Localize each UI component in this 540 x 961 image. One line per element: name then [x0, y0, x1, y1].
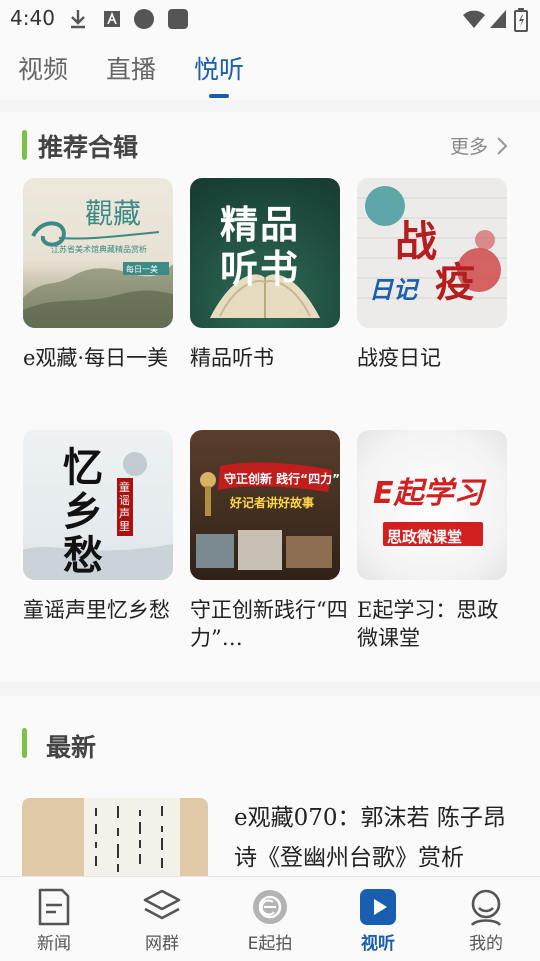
collection-thumbnail: 战 疫 日记: [357, 178, 507, 328]
more-link[interactable]: 更多: [450, 132, 488, 159]
nav-label: 网群: [145, 934, 179, 954]
nav-video-audio[interactable]: 视听: [324, 877, 432, 961]
collection-title: 战疫日记: [357, 346, 441, 370]
download-icon: [71, 10, 85, 29]
calligraphy-scroll-icon: [84, 798, 180, 878]
thumb-subtitle: 江苏省美术馆典藏精品赏析: [51, 245, 147, 254]
active-tab-indicator: [209, 94, 229, 98]
nav-profile[interactable]: 我的: [432, 877, 540, 961]
collection-card[interactable]: 守正创新 践行“四力” 好记者讲好故事 守正创新践行“四力”…: [190, 430, 348, 652]
bottom-navigation: 新闻 网群 E起拍 视听 我的: [0, 876, 540, 961]
collection-card[interactable]: E起学习 思政微课堂 E起学习：思政微课堂: [357, 430, 507, 652]
collection-card[interactable]: 忆乡愁 童谣声里 童谣声里忆乡愁: [23, 430, 173, 624]
top-tabs: 视频 直播 悦听: [0, 36, 540, 100]
thumb-tag: 每日一美: [126, 265, 158, 274]
tab-video[interactable]: 视频: [18, 50, 68, 86]
status-bar: 4:40: [0, 0, 540, 36]
nav-label: 视听: [361, 934, 395, 954]
status-time: 4:40: [10, 6, 55, 30]
nav-label: 新闻: [37, 934, 71, 954]
thumb-text-b: 疫: [435, 260, 475, 306]
recommend-title: 推荐合辑: [38, 133, 139, 162]
square-icon: [168, 9, 188, 29]
latest-title: 最新: [46, 733, 97, 762]
thumb-text-line2: 思政微课堂: [387, 528, 463, 546]
collection-thumbnail: 觀藏 江苏省美术馆典藏精品赏析 每日一美: [23, 178, 173, 328]
camera-e-icon: [253, 890, 287, 924]
thumb-text-line2: 好记者讲好故事: [230, 496, 315, 510]
circle-icon: [134, 9, 154, 29]
collection-thumbnail: 守正创新 践行“四力” 好记者讲好故事: [190, 430, 340, 580]
collection-thumbnail: E起学习 思政微课堂: [357, 430, 507, 580]
nav-e-shoot[interactable]: E起拍: [216, 877, 324, 961]
nav-label: E起拍: [247, 934, 293, 954]
tab-live[interactable]: 直播: [106, 50, 156, 86]
thumb-calligraphy: 忆乡愁: [63, 444, 103, 579]
thumb-text-c: 日记: [369, 276, 417, 304]
news-icon: [38, 888, 70, 926]
thumb-text-line1: E起学习: [373, 476, 484, 511]
thumb-tag: 童谣声里: [117, 478, 133, 536]
collection-title: E起学习：思政微课堂: [357, 598, 499, 650]
news-title: e观藏070：郭沫若 陈子昂诗《登幽州台歌》赏析: [234, 805, 506, 871]
collection-title: 精品听书: [190, 346, 274, 370]
nav-news[interactable]: 新闻: [0, 877, 108, 961]
news-thumbnail: [22, 798, 208, 878]
a-box-icon: [104, 11, 120, 27]
battery-icon: [514, 8, 528, 32]
collection-card[interactable]: 觀藏 江苏省美术馆典藏精品赏析 每日一美 e观藏·每日一美: [23, 178, 173, 372]
nav-label: 我的: [469, 934, 503, 954]
chevron-right-icon[interactable]: [496, 136, 508, 156]
signal-icon: [490, 10, 506, 28]
latest-news-item[interactable]: e观藏070：郭沫若 陈子昂诗《登幽州台歌》赏析: [22, 798, 522, 878]
collection-title: 守正创新践行“四力”…: [190, 598, 348, 650]
collection-card[interactable]: 精品 听书 精品听书: [190, 178, 340, 372]
recommend-section: 推荐合辑 更多 觀藏 江苏省美术馆典藏精品赏析 每日一美 e观藏·每日一美 精品…: [0, 112, 540, 682]
nav-groups[interactable]: 网群: [108, 877, 216, 961]
thumb-text-a: 战: [395, 217, 438, 266]
collection-thumbnail: 精品 听书: [190, 178, 340, 328]
section-accent-bar: [22, 728, 27, 758]
thumb-text-line1: 守正创新 践行“四力”: [224, 472, 340, 486]
wifi-icon: [463, 10, 485, 28]
profile-icon: [470, 889, 502, 926]
collection-title: e观藏·每日一美: [23, 346, 169, 370]
thumb-logo-text: 觀藏: [85, 197, 142, 230]
collection-thumbnail: 忆乡愁 童谣声里: [23, 430, 173, 580]
thumb-text-line2: 听书: [220, 247, 301, 291]
collection-title: 童谣声里忆乡愁: [23, 598, 170, 622]
layers-icon: [143, 889, 181, 920]
play-icon: [360, 889, 396, 925]
collection-card[interactable]: 战 疫 日记 战疫日记: [357, 178, 507, 372]
section-accent-bar: [22, 130, 27, 160]
tab-audio[interactable]: 悦听: [194, 50, 244, 86]
